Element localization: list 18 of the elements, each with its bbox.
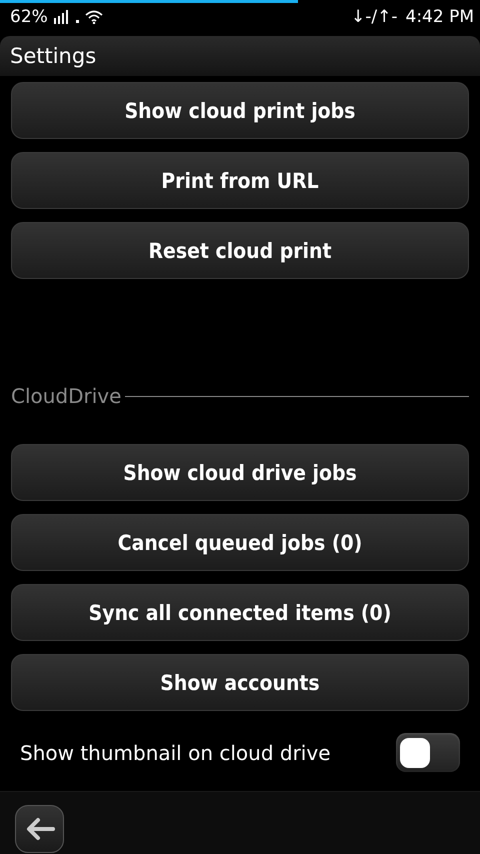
back-arrow-icon	[24, 817, 54, 841]
action-button[interactable]: Show cloud drive jobs	[11, 444, 469, 501]
action-button[interactable]: Show cloud print jobs	[11, 82, 469, 139]
page-title: Settings	[0, 36, 480, 76]
wifi-icon	[84, 10, 103, 24]
clock: 4:42 PM	[406, 7, 474, 27]
section-header: CloudDrive	[11, 384, 122, 408]
signal-icon	[52, 10, 71, 24]
toggle-label: Show thumbnail on cloud drive	[20, 740, 332, 764]
action-button[interactable]: Reset cloud print	[11, 222, 469, 279]
action-button[interactable]: Cancel queued jobs (0)	[11, 514, 469, 571]
battery-percent: 62%	[10, 7, 48, 27]
action-button[interactable]: Show accounts	[11, 654, 469, 711]
action-button[interactable]: Sync all connected items (0)	[11, 584, 469, 641]
action-button[interactable]: Print from URL	[11, 152, 469, 209]
transfer-indicator: ↓-/↑-	[351, 7, 398, 27]
toggle-switch[interactable]	[396, 733, 460, 772]
back-button[interactable]	[15, 805, 64, 853]
